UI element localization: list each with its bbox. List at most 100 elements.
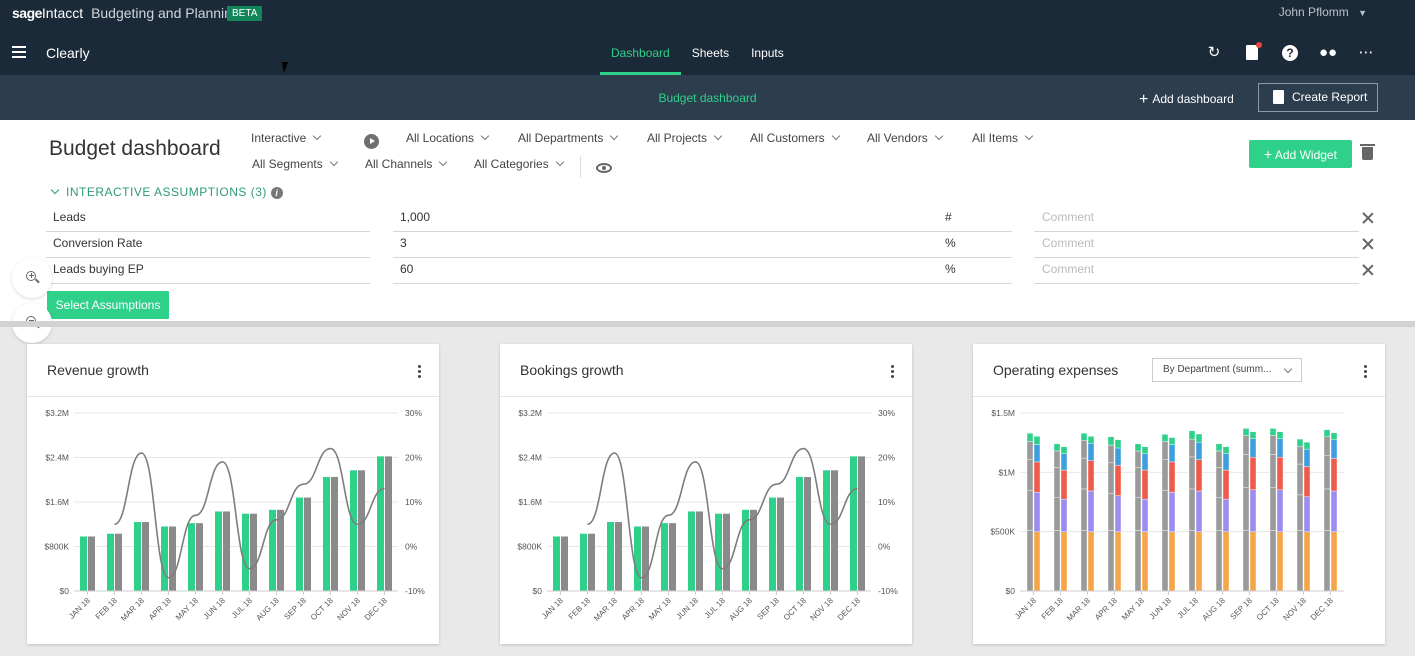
bar-segment [1134, 467, 1142, 498]
y-tick-label: $2.4M [45, 453, 69, 463]
x-tick-label: JAN 18 [1013, 596, 1038, 621]
x-tick-label: OCT 18 [1255, 596, 1281, 622]
bar [250, 513, 257, 591]
bar-segment [1330, 490, 1338, 532]
assumption-value-input[interactable]: 60 [393, 258, 953, 284]
widget-title: Operating expenses [993, 362, 1119, 378]
department-dropdown[interactable]: By Department (summ... [1152, 358, 1302, 382]
x-tick-label: JUN 18 [675, 596, 701, 622]
bar-segment [1249, 431, 1257, 439]
x-tick-label: JUL 18 [230, 596, 254, 620]
x-tick-label: SEP 18 [755, 596, 781, 622]
x-tick-label: MAY 18 [647, 596, 673, 622]
bar-segment [1276, 457, 1284, 491]
play-icon[interactable] [364, 134, 379, 149]
x-tick-label: OCT 18 [309, 596, 335, 622]
dashboard-panel: Budget dashboard Interactive All Locatio… [0, 120, 1415, 321]
kebab-menu-icon[interactable] [891, 365, 894, 378]
bar-segment [1134, 530, 1142, 592]
trash-icon[interactable] [1360, 144, 1375, 160]
more-icon[interactable]: ⋯ [1357, 44, 1375, 62]
user-name: John Pflomm [1278, 5, 1349, 19]
chevron-down-icon: ▼ [1358, 8, 1367, 18]
filter-locations[interactable]: All Locations [406, 131, 488, 145]
x-tick-label: NOV 18 [335, 596, 362, 623]
tab-dashboard[interactable]: Dashboard [600, 38, 681, 75]
beta-badge: BETA [227, 6, 263, 21]
y2-tick-label: 0% [405, 542, 418, 552]
close-icon[interactable] [1362, 264, 1374, 276]
bar-segment [1296, 438, 1304, 447]
tab-inputs[interactable]: Inputs [740, 38, 795, 75]
kebab-menu-icon[interactable] [1364, 365, 1367, 378]
bar [615, 522, 622, 591]
add-widget-button[interactable]: + Add Widget [1249, 140, 1352, 168]
filter-projects[interactable]: All Projects [647, 131, 721, 145]
x-tick-label: NOV 18 [1281, 596, 1308, 623]
operating-expenses-widget: Operating expenses By Department (summ..… [973, 344, 1385, 644]
filter-vendors[interactable]: All Vendors [867, 131, 942, 145]
user-menu[interactable]: John Pflomm ▼ [1279, 5, 1367, 19]
bar-segment [1296, 463, 1304, 496]
top-bar: sageIntacct Budgeting and Planning BETA … [0, 0, 1415, 75]
people-icon[interactable]: ●● [1319, 44, 1337, 62]
main-nav: Dashboard Sheets Inputs [600, 38, 795, 75]
bar-segment [1107, 444, 1115, 464]
filter-categories[interactable]: All Categories [474, 157, 563, 171]
zoom-in-button[interactable] [12, 258, 52, 298]
hamburger-menu-icon[interactable] [12, 46, 26, 58]
brand-logo: sageIntacct Budgeting and Planning [12, 5, 240, 21]
filter-departments[interactable]: All Departments [518, 131, 617, 145]
comment-input[interactable]: Comment [1034, 232, 1359, 258]
create-report-button[interactable]: Create Report [1258, 83, 1378, 112]
bar [688, 511, 695, 591]
close-icon[interactable] [1362, 212, 1374, 224]
bar [215, 511, 222, 591]
bar-segment [1242, 530, 1250, 592]
y2-tick-label: -10% [405, 586, 425, 596]
y2-tick-label: 30% [405, 408, 422, 418]
y-tick-label: $3.2M [518, 408, 542, 418]
mode-dropdown[interactable]: Interactive [251, 131, 320, 145]
toolbar-icons: ↻ ? ●● ⋯ [1205, 42, 1375, 62]
select-assumptions-button[interactable]: Select Assumptions [47, 291, 169, 319]
assumption-value-input[interactable]: 1,000 [393, 206, 953, 232]
add-dashboard-button[interactable]: + Add dashboard [1139, 90, 1234, 108]
tab-sheets[interactable]: Sheets [681, 38, 740, 75]
clipboard-icon[interactable] [1243, 42, 1262, 62]
bar [831, 470, 838, 591]
bar-segment [1249, 531, 1257, 592]
bar-segment [1195, 459, 1203, 492]
filter-channels[interactable]: All Channels [365, 157, 446, 171]
bar-segment [1269, 530, 1277, 592]
info-icon[interactable]: i [270, 187, 283, 199]
bar [750, 509, 757, 591]
filter-segments[interactable]: All Segments [252, 157, 337, 171]
assumption-row: Leads buying EP 60 % Comment [0, 258, 1415, 284]
bar-segment [1087, 460, 1095, 492]
assumption-value-input[interactable]: 3 [393, 232, 953, 258]
bar-segment [1161, 489, 1169, 531]
bar [723, 513, 730, 591]
bar-segment [1215, 443, 1223, 452]
filter-customers[interactable]: All Customers [750, 131, 839, 145]
comment-input[interactable]: Comment [1034, 258, 1359, 284]
add-dashboard-label: Add dashboard [1152, 92, 1234, 106]
bar-segment [1134, 450, 1142, 468]
bar-segment [1026, 432, 1034, 442]
bar-segment [1276, 438, 1284, 458]
help-icon[interactable]: ? [1281, 44, 1299, 62]
bar-segment [1276, 489, 1284, 532]
x-tick-label: JAN 18 [540, 596, 565, 621]
bar-segment [1114, 531, 1122, 592]
comment-input[interactable]: Comment [1034, 206, 1359, 232]
eye-icon[interactable] [596, 163, 612, 173]
kebab-menu-icon[interactable] [418, 365, 421, 378]
bar-segment [1026, 441, 1034, 460]
assumptions-toggle[interactable]: INTERACTIVE ASSUMPTIONS (3) i [50, 185, 283, 199]
refresh-icon[interactable]: ↻ [1205, 44, 1223, 62]
page-title: Budget dashboard [49, 137, 221, 160]
close-icon[interactable] [1362, 238, 1374, 250]
filter-items[interactable]: All Items [972, 131, 1032, 145]
bar-segment [1222, 531, 1230, 592]
